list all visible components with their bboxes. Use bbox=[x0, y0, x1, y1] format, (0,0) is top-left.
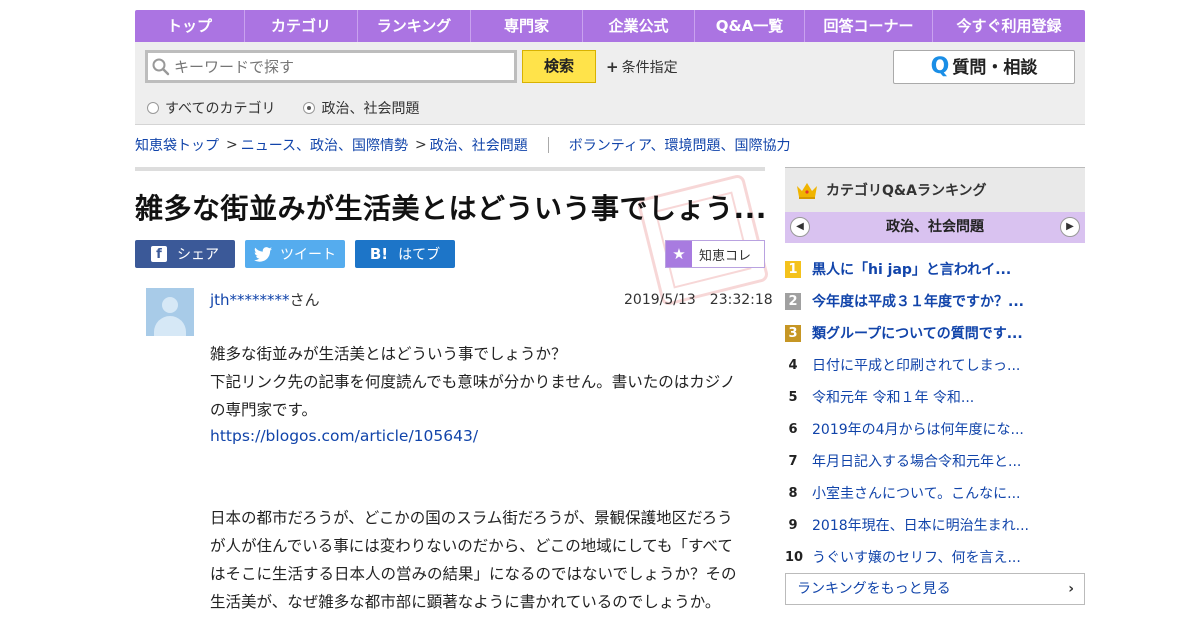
breadcrumb-politics[interactable]: 政治、社会問題 bbox=[430, 135, 528, 155]
author-suffix: さん bbox=[289, 291, 320, 309]
list-item[interactable]: 3 類グループについての質問です... bbox=[785, 317, 1085, 349]
list-item[interactable]: 9 2018年現在、日本に明治生まれ... bbox=[785, 509, 1085, 541]
content-top-rule bbox=[135, 167, 765, 171]
breadcrumb-top[interactable]: 知恵袋トップ bbox=[135, 135, 219, 155]
rank-link[interactable]: 類グループについての質問です... bbox=[812, 323, 1023, 343]
author-name-link[interactable]: jth******** bbox=[210, 291, 290, 309]
question-title: 雑多な街並みが生活美とはどういう事でしょう... bbox=[135, 192, 767, 225]
ranking-list: 1 黒人に「hi jap」と言われイ... 2 今年度は平成３１年度ですか？... … bbox=[785, 253, 1085, 573]
chie-collection-button[interactable]: ★ 知恵コレ bbox=[665, 240, 765, 268]
radio-all-label: すべてのカテゴリ bbox=[165, 101, 276, 117]
ranking-category-bar: ◀ 政治、社会問題 ▶ bbox=[785, 212, 1085, 243]
twitter-share-button[interactable]: ツイート bbox=[245, 240, 345, 268]
breadcrumb-divider bbox=[547, 137, 549, 153]
nav-official[interactable]: 企業公式 bbox=[583, 10, 695, 42]
search-button[interactable]: 検索 bbox=[522, 50, 596, 83]
list-item[interactable]: 1 黒人に「hi jap」と言われイ... bbox=[785, 253, 1085, 285]
condition-label: 条件指定 bbox=[621, 60, 678, 76]
nav-experts[interactable]: 専門家 bbox=[471, 10, 583, 42]
nav-category[interactable]: カテゴリ bbox=[245, 10, 358, 42]
ranking-more-button[interactable]: ランキングをもっと見る › bbox=[785, 573, 1085, 605]
radio-current-category[interactable] bbox=[303, 102, 316, 114]
radio-all-categories[interactable] bbox=[147, 102, 159, 114]
body-paragraph-2: 日本の都市だろうが、どこかの国のスラム街だろうが、景観保護地区だろうが人が住んで… bbox=[210, 509, 737, 611]
ranking-title: カテゴリQ&Aランキング bbox=[826, 183, 987, 199]
rank-number: 9 bbox=[788, 517, 798, 533]
rank-link[interactable]: 令和元年 令和１年 令和... bbox=[812, 387, 974, 407]
list-item[interactable]: 7 年月日記入する場合令和元年と... bbox=[785, 445, 1085, 477]
breadcrumb: 知恵袋トップ > ニュース、政治、国際情勢 > 政治、社会問題 ボランティア、環… bbox=[135, 135, 791, 155]
nav-qa-list[interactable]: Q&A一覧 bbox=[695, 10, 805, 42]
ask-question-button[interactable]: Q 質問・相談 bbox=[893, 50, 1075, 84]
search-input[interactable] bbox=[174, 57, 494, 76]
list-item[interactable]: 8 小室圭さんについて。こんなに... bbox=[785, 477, 1085, 509]
rank-link[interactable]: 年月日記入する場合令和元年と... bbox=[812, 451, 1021, 471]
nav-top[interactable]: トップ bbox=[135, 10, 245, 42]
rank-link[interactable]: 日付に平成と印刷されてしまっ... bbox=[812, 355, 1020, 375]
hatena-share-button[interactable]: B! はてブ bbox=[355, 240, 455, 268]
ranking-prev-button[interactable]: ◀ bbox=[790, 217, 810, 237]
list-item[interactable]: 5 令和元年 令和１年 令和... bbox=[785, 381, 1085, 413]
search-icon bbox=[152, 58, 170, 75]
star-icon: ★ bbox=[666, 241, 692, 267]
search-area: 検索 +条件指定 Q質問・相談 すべてのカテゴリ 政治、社会問題 bbox=[135, 42, 1085, 125]
list-item[interactable]: 6 2019年の4月からは何年度にな... bbox=[785, 413, 1085, 445]
share-buttons: f シェア ツイート B! はてブ bbox=[135, 240, 465, 268]
rank-number: 7 bbox=[788, 453, 798, 469]
nav-answer-corner[interactable]: 回答コーナー bbox=[805, 10, 933, 42]
hatena-icon: B! bbox=[369, 245, 389, 263]
collect-label: 知恵コレ bbox=[699, 248, 752, 264]
rank-number: 1 bbox=[785, 260, 801, 278]
rank-link[interactable]: うぐいす嬢のセリフ、何を言え... bbox=[812, 547, 1021, 567]
rank-link[interactable]: 今年度は平成３１年度ですか？... bbox=[812, 291, 1024, 311]
facebook-share-label: シェア bbox=[177, 247, 219, 263]
avatar[interactable] bbox=[146, 288, 194, 336]
ranking-next-button[interactable]: ▶ bbox=[1060, 217, 1080, 237]
rank-number: 8 bbox=[788, 485, 798, 501]
breadcrumb-news[interactable]: ニュース、政治、国際情勢 bbox=[241, 135, 408, 155]
condition-link[interactable]: + 条件指定 bbox=[606, 57, 678, 77]
related-category-link[interactable]: ボランティア、環境問題、国際協力 bbox=[569, 135, 791, 155]
rank-link[interactable]: 小室圭さんについて。こんなに... bbox=[812, 483, 1021, 503]
rank-link[interactable]: 黒人に「hi jap」と言われイ... bbox=[812, 259, 1011, 279]
rank-link[interactable]: 2019年の4月からは何年度にな... bbox=[812, 419, 1024, 439]
facebook-icon: f bbox=[151, 246, 167, 262]
twitter-share-label: ツイート bbox=[280, 247, 336, 263]
plus-icon: + bbox=[606, 58, 619, 76]
nav-register[interactable]: 今すぐ利用登録 bbox=[933, 10, 1085, 42]
question-date: 2019/5/13 23:32:18 bbox=[624, 292, 773, 308]
ranking-more-label: ランキングをもっと見る bbox=[797, 581, 951, 597]
rank-link[interactable]: 2018年現在、日本に明治生まれ... bbox=[812, 515, 1029, 535]
rank-number: 2 bbox=[785, 292, 801, 310]
radio-current-label: 政治、社会問題 bbox=[321, 101, 420, 117]
rank-number: 6 bbox=[788, 421, 798, 437]
article-link[interactable]: https://blogos.com/article/105643/ bbox=[210, 427, 745, 445]
list-item[interactable]: 2 今年度は平成３１年度ですか？... bbox=[785, 285, 1085, 317]
category-scope: すべてのカテゴリ 政治、社会問題 bbox=[147, 98, 447, 118]
rank-number: 4 bbox=[788, 357, 798, 373]
nav-ranking[interactable]: ランキング bbox=[358, 10, 471, 42]
ask-label: 質問・相談 bbox=[952, 58, 1038, 78]
question-author: jth********さん bbox=[210, 289, 320, 310]
list-item[interactable]: 10 うぐいす嬢のセリフ、何を言え... bbox=[785, 541, 1085, 573]
rank-number: 5 bbox=[788, 389, 798, 405]
breadcrumb-sep: > bbox=[226, 137, 238, 153]
twitter-icon bbox=[254, 246, 272, 262]
rank-number: 10 bbox=[785, 549, 804, 565]
hatena-share-label: はてブ bbox=[398, 247, 441, 263]
body-line-2: 下記リンク先の記事を何度読んでも意味が分かりません。書いたのはカジノの専門家です… bbox=[210, 373, 736, 419]
global-nav: トップ カテゴリ ランキング 専門家 企業公式 Q&A一覧 回答コーナー 今すぐ… bbox=[135, 10, 1085, 42]
facebook-share-button[interactable]: f シェア bbox=[135, 240, 235, 268]
ranking-category-label: 政治、社会問題 bbox=[886, 219, 984, 235]
body-line-1: 雑多な街並みが生活美とはどういう事でしょうか？ bbox=[210, 345, 567, 363]
question-body: 雑多な街並みが生活美とはどういう事でしょうか？ 下記リンク先の記事を何度読んでも… bbox=[210, 340, 745, 616]
breadcrumb-sep: > bbox=[415, 137, 427, 153]
rank-number: 3 bbox=[785, 324, 801, 342]
q-logo-icon: Q bbox=[930, 54, 950, 79]
ranking-header: カテゴリQ&Aランキング bbox=[785, 167, 1085, 212]
crown-icon bbox=[797, 183, 817, 199]
chevron-right-icon: › bbox=[1068, 581, 1074, 597]
search-box bbox=[145, 50, 517, 83]
list-item[interactable]: 4 日付に平成と印刷されてしまっ... bbox=[785, 349, 1085, 381]
